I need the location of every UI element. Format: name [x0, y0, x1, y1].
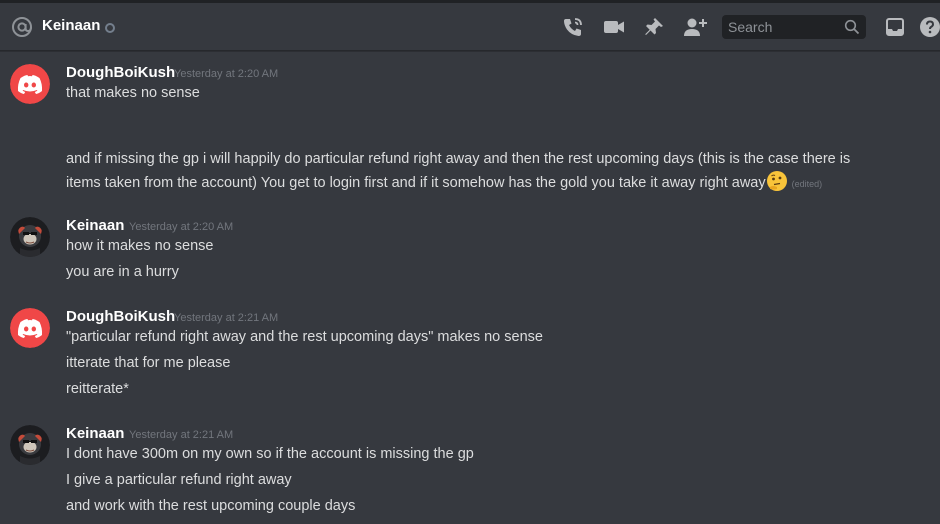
discord-logo-avatar[interactable]: [10, 308, 50, 348]
message-text: how it makes no sense: [66, 238, 214, 254]
add-member-icon[interactable]: [683, 16, 709, 38]
thinking-emoji: [766, 171, 787, 191]
voice-call-icon[interactable]: [562, 16, 584, 38]
search-input[interactable]: [722, 15, 842, 39]
timestamp: Yesterday at 2:20 AM: [129, 221, 234, 233]
status-dot: [105, 23, 115, 33]
message-text: reitterate*: [66, 381, 129, 397]
monkey-avatar[interactable]: [10, 217, 50, 257]
video-call-icon[interactable]: [603, 16, 625, 38]
discord-logo-avatar[interactable]: [10, 64, 50, 104]
message-text: "particular refund right away and the re…: [66, 329, 543, 345]
inbox-icon[interactable]: [884, 16, 906, 38]
monkey-avatar[interactable]: [10, 425, 50, 465]
message-text-edited: items taken from the account) You get to…: [66, 170, 906, 196]
edited-label: (edited): [791, 179, 823, 189]
at-icon: [12, 17, 32, 37]
message-text: itterate that for me please: [66, 355, 231, 371]
timestamp: Yesterday at 2:21 AM: [129, 429, 234, 441]
message-text: you are in a hurry: [66, 264, 179, 280]
channel-header: Keinaan: [0, 3, 940, 51]
message-group: DoughBoiKush Yesterday at 2:20 AM that m…: [0, 58, 940, 198]
search-icon[interactable]: [844, 19, 860, 35]
message-text: that makes no sense: [66, 85, 200, 101]
message-text: I dont have 300m on my own so if the acc…: [66, 446, 474, 462]
author-name[interactable]: DoughBoiKush: [66, 64, 175, 81]
message-list[interactable]: DoughBoiKush Yesterday at 2:20 AM that m…: [0, 52, 940, 524]
help-icon[interactable]: [919, 16, 940, 38]
message-text: and work with the rest upcoming couple d…: [66, 498, 356, 514]
channel-name: Keinaan: [42, 17, 101, 34]
message-group: Keinaan Yesterday at 2:20 AM how it make…: [0, 211, 940, 283]
timestamp: Yesterday at 2:20 AM: [174, 68, 279, 80]
author-name[interactable]: Keinaan: [66, 425, 124, 442]
message-group: Keinaan Yesterday at 2:21 AM I dont have…: [0, 419, 940, 524]
message-text: I give a particular refund right away: [66, 472, 292, 488]
author-name[interactable]: DoughBoiKush: [66, 308, 175, 325]
timestamp: Yesterday at 2:21 AM: [174, 312, 279, 324]
message-text: and if missing the gp i will happily do …: [66, 151, 851, 167]
search-box[interactable]: [722, 15, 866, 39]
pin-icon[interactable]: [643, 16, 665, 38]
author-name[interactable]: Keinaan: [66, 217, 124, 234]
message-group: DoughBoiKush Yesterday at 2:21 AM "parti…: [0, 302, 940, 400]
message-text: items taken from the account) You get to…: [66, 175, 766, 191]
